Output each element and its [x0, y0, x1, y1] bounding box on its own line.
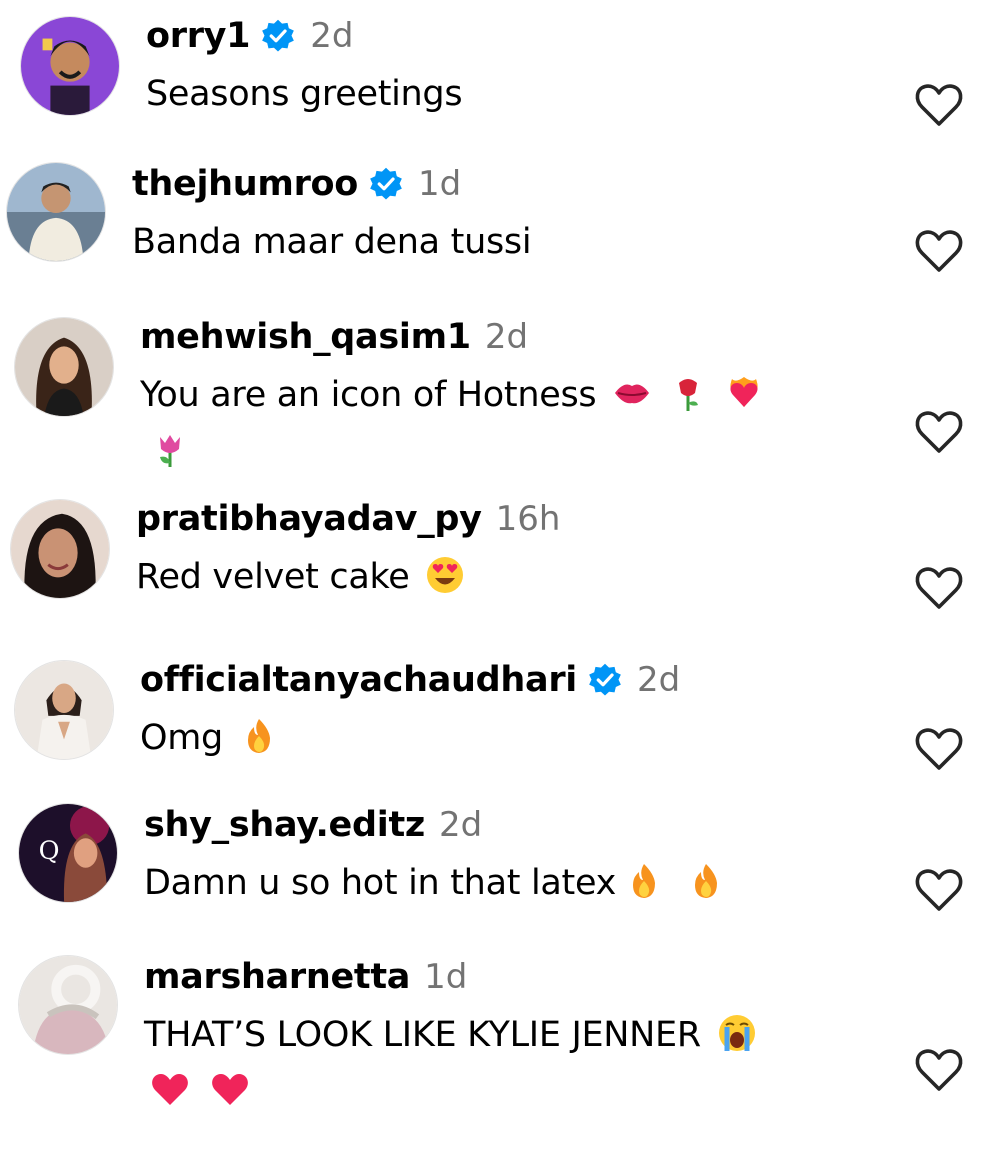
username[interactable]: pratibhayadav_py: [136, 499, 482, 539]
comment-time: 2d: [438, 805, 483, 845]
verified-badge-icon: [260, 18, 296, 54]
comment-time: 16h: [495, 499, 561, 539]
like-heart-icon[interactable]: [914, 867, 964, 913]
red-heart-emoji-icon: [150, 1069, 190, 1109]
verified-badge-icon: [368, 166, 404, 202]
comment-time: 2d: [637, 660, 681, 700]
comment-text: You are an icon of Hotness: [140, 367, 910, 479]
avatar[interactable]: [20, 16, 120, 116]
username[interactable]: shy_shay.editz: [144, 805, 425, 845]
like-heart-icon[interactable]: [914, 228, 964, 274]
username[interactable]: orry1: [146, 16, 251, 56]
like-heart-icon[interactable]: [914, 1047, 964, 1093]
like-heart-icon[interactable]: [914, 409, 964, 455]
fire-emoji-icon: [239, 716, 279, 756]
avatar[interactable]: [10, 499, 110, 599]
avatar[interactable]: [6, 162, 106, 262]
fire-emoji-icon: [686, 861, 726, 901]
avatar[interactable]: Q: [18, 803, 118, 903]
red-heart-emoji-icon: [210, 1069, 250, 1109]
comment-text: Damn u so hot in that latex: [144, 855, 910, 911]
comment-time: 2d: [310, 16, 354, 56]
crying-face-emoji-icon: [717, 1013, 757, 1053]
lips-emoji-icon: [612, 373, 652, 413]
comment-text: Banda maar dena tussi: [132, 222, 532, 262]
avatar[interactable]: [14, 317, 114, 417]
tulip-emoji-icon: [150, 429, 190, 469]
comment-time: 1d: [424, 957, 468, 997]
heart-eyes-emoji-icon: [425, 555, 465, 595]
comment-text: Omg: [140, 710, 910, 766]
verified-badge-icon: [587, 662, 623, 698]
rose-emoji-icon: [668, 373, 708, 413]
username[interactable]: marsharnetta: [144, 957, 410, 997]
username[interactable]: mehwish_qasim1: [140, 317, 471, 357]
like-heart-icon[interactable]: [914, 565, 964, 611]
username[interactable]: thejhumroo: [132, 164, 358, 204]
comment-time: 1d: [418, 164, 462, 204]
comment-text: THAT’S LOOK LIKE KYLIE JENNER: [144, 1007, 910, 1119]
svg-text:Q: Q: [39, 836, 60, 866]
avatar[interactable]: [18, 955, 118, 1055]
comment-text: Seasons greetings: [146, 74, 463, 114]
like-heart-icon[interactable]: [914, 726, 964, 772]
heart-on-fire-emoji-icon: [724, 373, 764, 413]
avatar[interactable]: [14, 660, 114, 760]
comment-time: 2d: [484, 317, 529, 357]
comment-text: Red velvet cake: [136, 549, 910, 605]
like-heart-icon[interactable]: [914, 82, 964, 128]
username[interactable]: officialtanyachaudhari: [140, 660, 577, 700]
fire-emoji-icon: [624, 861, 664, 901]
